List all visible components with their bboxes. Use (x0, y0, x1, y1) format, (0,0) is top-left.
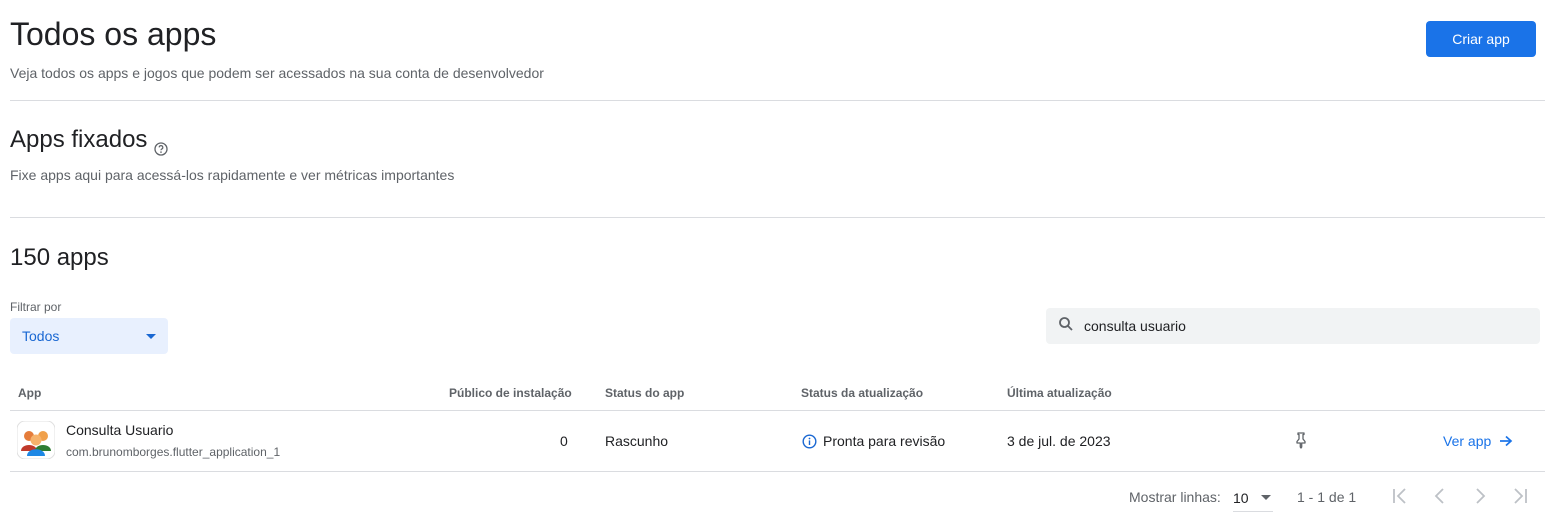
first-page-icon[interactable] (1388, 484, 1412, 508)
column-header-last-update[interactable]: Última atualização (1007, 385, 1112, 401)
filter-dropdown[interactable]: Todos (10, 318, 168, 354)
last-page-icon[interactable] (1508, 484, 1532, 508)
next-page-icon[interactable] (1468, 484, 1492, 508)
arrow-right-icon (1500, 435, 1513, 447)
page-title: Todos os apps (10, 16, 217, 52)
app-package: com.brunomborges.flutter_application_1 (66, 445, 281, 459)
app-status-value: Rascunho (605, 433, 669, 449)
chevron-down-icon (146, 333, 156, 339)
help-circle-icon[interactable] (154, 133, 169, 156)
rows-per-page-value: 10 (1233, 489, 1249, 506)
header-divider (10, 100, 1545, 101)
app-name: Consulta Usuario (66, 422, 174, 438)
column-header-app-status[interactable]: Status do app (605, 385, 684, 401)
table-row[interactable]: Consulta Usuario com.brunomborges.flutte… (10, 411, 1545, 471)
view-app-link[interactable]: Ver app (1443, 432, 1513, 450)
app-icon (16, 420, 56, 460)
pinned-apps-title: Apps fixados (10, 126, 148, 153)
pinned-divider (10, 217, 1545, 218)
rows-per-page-label: Mostrar linhas: (1129, 489, 1221, 505)
pagination-range: 1 - 1 de 1 (1297, 489, 1357, 505)
column-header-update-status[interactable]: Status da atualização (801, 385, 923, 401)
previous-page-icon[interactable] (1428, 484, 1452, 508)
chevron-down-icon (1261, 495, 1271, 500)
installs-value: 0 (560, 433, 568, 449)
filter-label: Filtrar por (10, 300, 62, 314)
last-update-value: 3 de jul. de 2023 (1007, 433, 1111, 449)
search-input[interactable] (1084, 318, 1504, 334)
rows-per-page-select[interactable]: 10 (1233, 484, 1273, 512)
column-header-app: App (18, 386, 42, 400)
create-app-button[interactable]: Criar app (1426, 21, 1536, 57)
info-icon (802, 433, 817, 449)
page-subtitle: Veja todos os apps e jogos que podem ser… (10, 65, 544, 81)
filter-selected-value: Todos (22, 328, 60, 344)
column-header-audience[interactable]: Público de instalação (449, 385, 572, 401)
search-box[interactable] (1046, 308, 1540, 344)
table-row-divider (10, 471, 1545, 472)
view-app-label: Ver app (1443, 433, 1492, 449)
pin-icon[interactable] (1293, 431, 1309, 449)
search-icon (1058, 316, 1074, 337)
update-status-value: Pronta para revisão (823, 433, 946, 449)
all-apps-page: Todos os apps Veja todos os apps e jogos… (0, 0, 1545, 528)
pinned-apps-subtitle: Fixe apps aqui para acessá-los rapidamen… (10, 167, 455, 183)
update-status: Pronta para revisão (802, 432, 945, 450)
apps-count: 150 apps (10, 244, 109, 271)
pinned-apps-heading: Apps fixados (10, 124, 169, 156)
